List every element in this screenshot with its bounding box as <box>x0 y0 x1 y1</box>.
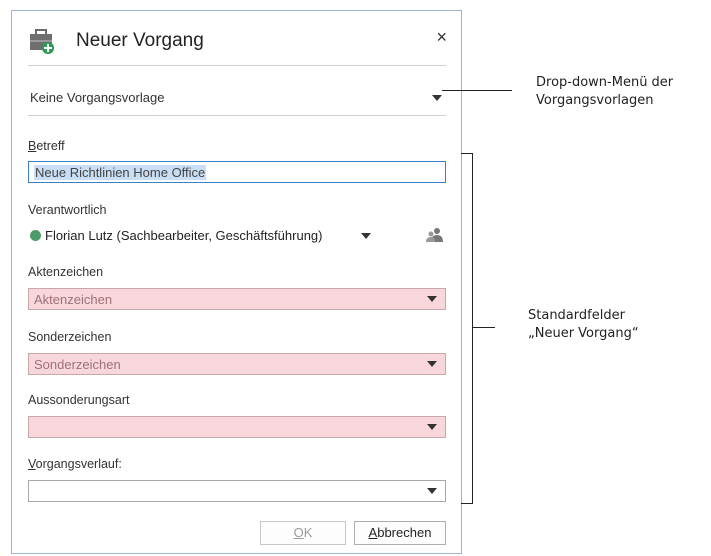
new-case-dialog: Neuer Vorgang × Keine Vorgangsvorlage Be… <box>11 10 462 554</box>
special-mark-label: Sonderzeichen <box>28 330 112 344</box>
file-number-label: Aktenzeichen <box>28 265 104 279</box>
standard-fields-annotation: Standardfelder „Neuer Vorgang“ <box>528 308 639 341</box>
close-button[interactable]: × <box>436 27 447 47</box>
history-dropdown[interactable] <box>28 480 446 502</box>
chevron-down-icon <box>427 488 437 494</box>
disposal-type-dropdown[interactable] <box>28 416 446 438</box>
special-mark-dropdown[interactable]: Sonderzeichen <box>28 353 446 375</box>
responsible-dropdown[interactable]: Florian Lutz (Sachbearbeiter, Geschäftsf… <box>28 225 446 247</box>
subject-input-value: Neue Richtlinien Home Office <box>34 165 207 180</box>
people-picker-icon[interactable] <box>426 227 444 243</box>
chevron-down-icon <box>427 424 437 430</box>
case-template-value: Keine Vorgangsvorlage <box>30 90 165 105</box>
template-annotation-line <box>442 90 512 91</box>
chevron-down-icon <box>427 296 437 302</box>
special-mark-placeholder: Sonderzeichen <box>34 357 121 372</box>
responsible-value: Florian Lutz (Sachbearbeiter, Geschäftsf… <box>45 228 323 243</box>
file-number-placeholder: Aktenzeichen <box>34 292 113 307</box>
chevron-down-icon <box>361 233 371 239</box>
title-separator <box>28 65 446 66</box>
status-dot-icon <box>30 230 41 241</box>
ok-button[interactable]: OK <box>260 521 346 545</box>
dialog-title: Neuer Vorgang <box>76 30 204 51</box>
chevron-down-icon <box>432 95 442 101</box>
chevron-down-icon <box>427 361 437 367</box>
case-folder-add-icon <box>30 29 54 54</box>
history-label: Vorgangsverlauf: <box>28 457 122 471</box>
template-separator <box>28 115 446 116</box>
standard-fields-annotation-line <box>473 327 495 328</box>
template-annotation: Drop-down-Menü der Vorgangsvorlagen <box>536 75 674 108</box>
file-number-dropdown[interactable]: Aktenzeichen <box>28 288 446 310</box>
cancel-button[interactable]: Abbrechen <box>354 521 446 545</box>
disposal-type-label: Aussonderungsart <box>28 393 130 407</box>
responsible-label: Verantwortlich <box>28 203 107 217</box>
subject-label: Betreff <box>28 139 65 153</box>
standard-fields-bracket <box>461 153 473 504</box>
subject-input[interactable]: Neue Richtlinien Home Office <box>28 161 446 183</box>
case-template-dropdown[interactable]: Keine Vorgangsvorlage <box>28 75 446 115</box>
